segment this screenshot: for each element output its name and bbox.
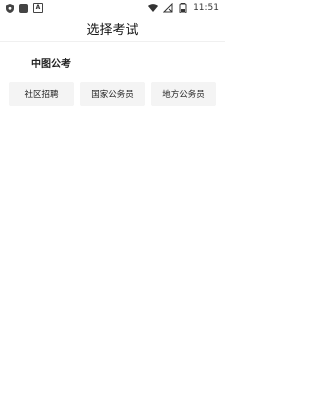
page-title-bar: 选择考试	[0, 16, 225, 42]
option-label: 地方公务员	[162, 90, 205, 100]
page-title: 选择考试	[86, 23, 139, 38]
app-square-icon	[19, 3, 28, 13]
exam-section-title: 中图公考	[31, 59, 71, 70]
a-badge-icon: A	[33, 3, 43, 13]
battery-icon	[179, 3, 187, 13]
option-community-recruitment[interactable]: 社区招聘	[9, 82, 74, 106]
wifi-icon	[148, 4, 159, 12]
exam-options: 社区招聘 国家公务员 地方公务员	[9, 82, 216, 106]
shield-icon	[6, 3, 14, 13]
status-bar: A 11:51	[0, 0, 225, 16]
option-national-civil-servant[interactable]: 国家公务员	[80, 82, 145, 106]
option-label: 国家公务员	[91, 90, 134, 100]
option-local-civil-servant[interactable]: 地方公务员	[151, 82, 216, 106]
status-time: 11:51	[193, 3, 219, 13]
status-right: 11:51	[148, 3, 219, 13]
status-left: A	[6, 3, 43, 13]
no-signal-icon	[163, 3, 173, 13]
option-label: 社区招聘	[24, 90, 59, 100]
